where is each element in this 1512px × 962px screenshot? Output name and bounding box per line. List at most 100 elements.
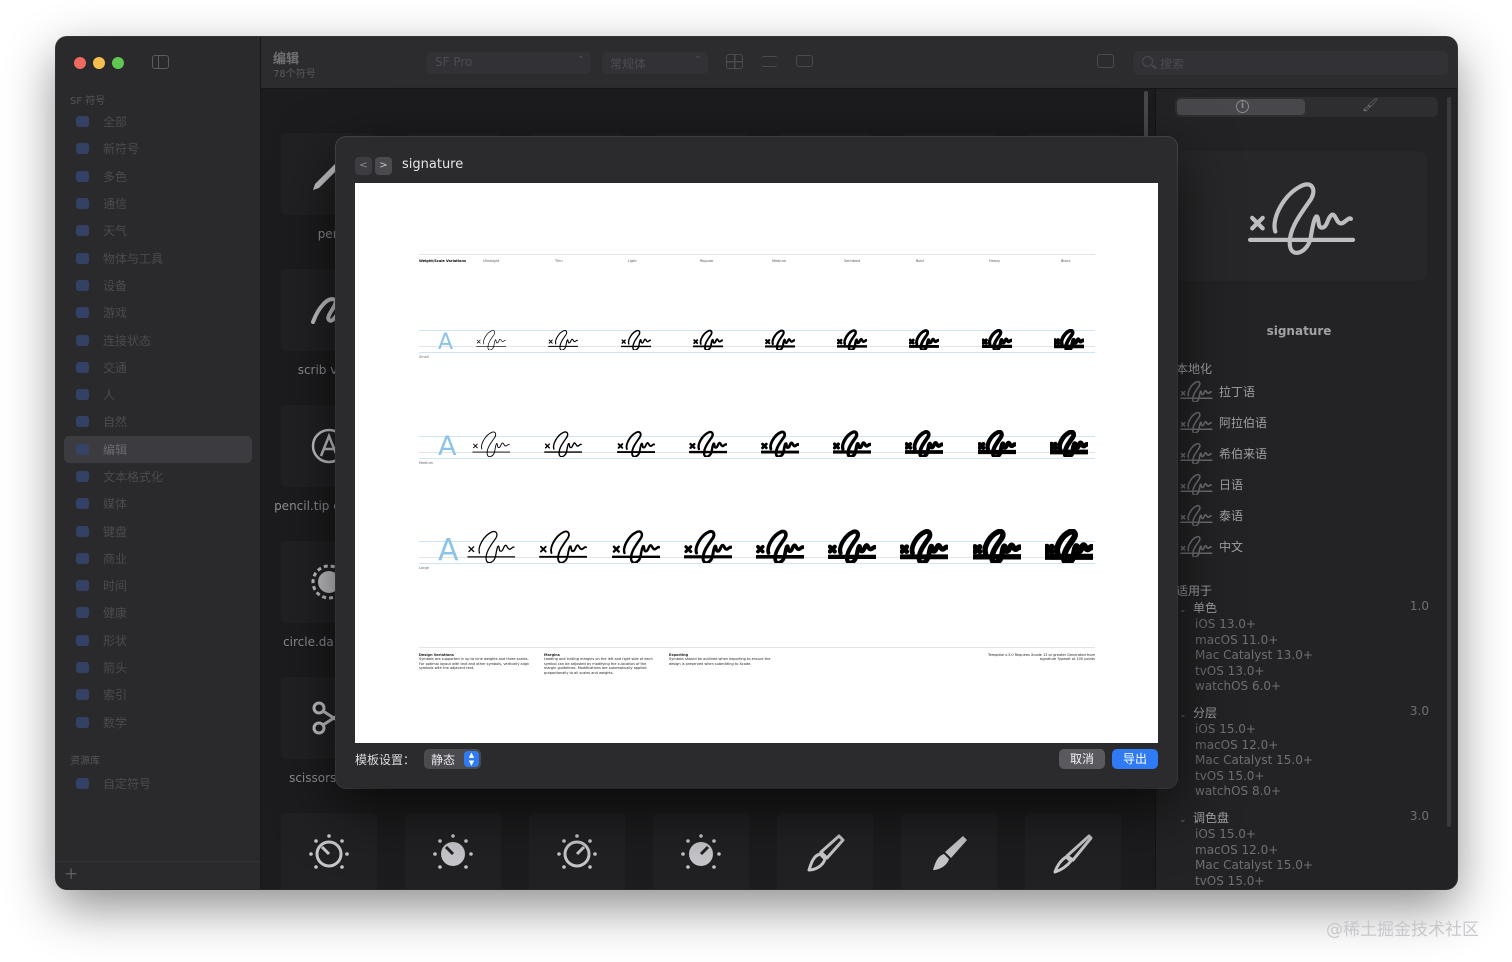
add-collection-button[interactable]: + xyxy=(64,864,78,884)
sidebar-item-label: 索引 xyxy=(103,688,128,703)
localization-item[interactable]: 希伯来语 xyxy=(1179,441,1267,465)
category-icon xyxy=(76,634,89,646)
localization-item[interactable]: 中文 xyxy=(1179,534,1243,558)
sidebar-item-10[interactable]: 人 xyxy=(64,381,252,408)
sidebar-item-label: 多色 xyxy=(103,169,128,184)
signature-preview-icon xyxy=(1248,182,1356,255)
localization-item[interactable]: 日语 xyxy=(1179,472,1243,496)
chevron-updown-icon: ⌃ xyxy=(576,55,585,66)
weight-header: Light xyxy=(628,259,637,263)
symbol-cell[interactable] xyxy=(281,813,377,889)
minimize-window-button[interactable] xyxy=(93,57,105,69)
template-preview-sheet: Weight/Scale Variations Ultralight Thin Lig… xyxy=(355,183,1158,743)
sidebar-item-18[interactable]: 健康 xyxy=(64,599,252,626)
platform-version: macOS 11.0+ xyxy=(1195,632,1279,647)
category-icon xyxy=(76,525,89,537)
forward-button[interactable]: > xyxy=(375,157,392,175)
font-select-value: SF Pro xyxy=(435,55,473,69)
category-icon xyxy=(76,116,89,128)
signature-weight-variant xyxy=(1054,328,1084,350)
footer-note: Exporting Symbols should be outlined when… xyxy=(669,653,781,666)
sidebar-item-9[interactable]: 交通 xyxy=(64,354,252,381)
symbol-cell[interactable] xyxy=(1025,813,1121,889)
sidebar-item-0[interactable]: 全部 xyxy=(64,108,252,135)
signature-weight-variant xyxy=(548,329,578,350)
localization-item[interactable]: 泰语 xyxy=(1179,503,1243,527)
symbol-cell[interactable] xyxy=(405,813,501,889)
zoom-window-button[interactable] xyxy=(112,57,124,69)
dial-min-fill-icon xyxy=(433,834,473,869)
signature-weight-variant xyxy=(1045,529,1093,564)
signature-weight-variant xyxy=(544,431,582,457)
symbol-cell[interactable] xyxy=(653,813,749,889)
chevron-down-icon: ⌄ xyxy=(1179,710,1187,720)
sidebar-item-15[interactable]: 键盘 xyxy=(64,517,252,544)
localization-item[interactable]: 阿拉伯语 xyxy=(1179,410,1267,434)
localization-label: 阿拉伯语 xyxy=(1219,415,1268,430)
header-lead: Weight/Scale Variations xyxy=(419,259,467,263)
grid-view-icon[interactable] xyxy=(726,54,743,69)
sidebar-toggle-icon[interactable] xyxy=(152,55,169,69)
sidebar-item-2[interactable]: 多色 xyxy=(64,163,252,190)
font-select[interactable]: SF Pro ⌃ xyxy=(427,52,591,74)
signature-weight-variant xyxy=(982,328,1012,350)
sidebar-item-16[interactable]: 商业 xyxy=(64,545,252,572)
signature-weight-variant xyxy=(973,529,1021,564)
export-button[interactable]: 导出 xyxy=(1112,749,1158,769)
inspector-scrollbar[interactable] xyxy=(1447,97,1451,827)
sidebar-item-13[interactable]: 文本格式化 xyxy=(64,463,252,490)
list-view-icon[interactable] xyxy=(761,56,778,67)
sidebar-item-5[interactable]: 物体与工具 xyxy=(64,244,252,271)
symbol-cell[interactable] xyxy=(901,813,997,889)
template-mode-select[interactable]: 静态 ▲ ▼ xyxy=(424,749,481,769)
export-template-dialog: < > signature Weight/Scale Variations Ult… xyxy=(336,137,1177,788)
weight-header: Regular xyxy=(700,259,714,263)
guide-line xyxy=(419,458,1095,459)
localization-label: 拉丁语 xyxy=(1219,384,1256,399)
inspector-panel: i 🖌 signature 本地化 拉丁语 阿拉伯语 希伯来语 日语 泰语 中文 适用于 … xyxy=(1155,89,1457,889)
sidebar-item-7[interactable]: 游戏 xyxy=(64,299,252,326)
sidebar-item-custom[interactable]: 自定符号 xyxy=(64,770,252,797)
sidebar-item-4[interactable]: 天气 xyxy=(64,217,252,244)
category-icon xyxy=(76,580,89,592)
sidebar-item-21[interactable]: 索引 xyxy=(64,681,252,708)
cancel-button[interactable]: 取消 xyxy=(1059,749,1105,769)
sidebar-item-19[interactable]: 形状 xyxy=(64,627,252,654)
category-icon xyxy=(76,416,89,428)
weight-header: Black xyxy=(1061,259,1071,263)
rendering-mode-header[interactable]: ⌄ 单色 1.0 xyxy=(1179,599,1429,616)
sidebar-item-8[interactable]: 连接状态 xyxy=(64,326,252,353)
sidebar-item-14[interactable]: 媒体 xyxy=(64,490,252,517)
close-window-button[interactable] xyxy=(74,57,86,69)
paintbrush-pointed-icon xyxy=(1053,834,1093,874)
search-field[interactable]: 搜索 xyxy=(1133,51,1448,75)
grid-scrollbar[interactable] xyxy=(1144,91,1148,137)
sidebar-item-3[interactable]: 通信 xyxy=(64,190,252,217)
sidebar-item-22[interactable]: 数学 xyxy=(64,709,252,736)
signature-weight-variant xyxy=(467,531,515,564)
sidebar-item-11[interactable]: 自然 xyxy=(64,408,252,435)
inspector-toggle-icon[interactable] xyxy=(1097,54,1114,68)
back-button[interactable]: < xyxy=(355,157,372,175)
category-icon xyxy=(76,471,89,482)
symbol-cell[interactable] xyxy=(777,813,873,889)
sidebar-item-17[interactable]: 时间 xyxy=(64,572,252,599)
sidebar-item-6[interactable]: 设备 xyxy=(64,272,252,299)
signature-weight-variant xyxy=(621,329,651,350)
signature-localized-icon xyxy=(1180,411,1213,433)
sidebar-item-20[interactable]: 箭头 xyxy=(64,654,252,681)
localization-item[interactable]: 拉丁语 xyxy=(1179,379,1255,403)
toolbar: 编辑 78个符号 SF Pro ⌃ 常规体 ⌃ 搜索 xyxy=(261,37,1457,89)
gallery-view-icon[interactable] xyxy=(796,55,813,67)
weight-header: Bold xyxy=(916,259,924,263)
rendering-mode-header[interactable]: ⌄ 调色盘 3.0 xyxy=(1179,809,1429,826)
sidebar-item-12[interactable]: 编辑 xyxy=(64,435,252,463)
sidebar-item-1[interactable]: 新符号 xyxy=(64,135,252,162)
paintbrush-tab-icon[interactable]: 🖌 xyxy=(1362,98,1379,113)
weight-select[interactable]: 常规体 ⌃ xyxy=(602,52,708,74)
rendering-mode-name: 调色盘 xyxy=(1193,811,1230,825)
signature-weight-variant xyxy=(684,530,732,564)
rendering-mode-header[interactable]: ⌄ 分层 3.0 xyxy=(1179,704,1429,721)
dial-min-icon xyxy=(309,834,349,869)
symbol-cell[interactable] xyxy=(529,813,625,889)
